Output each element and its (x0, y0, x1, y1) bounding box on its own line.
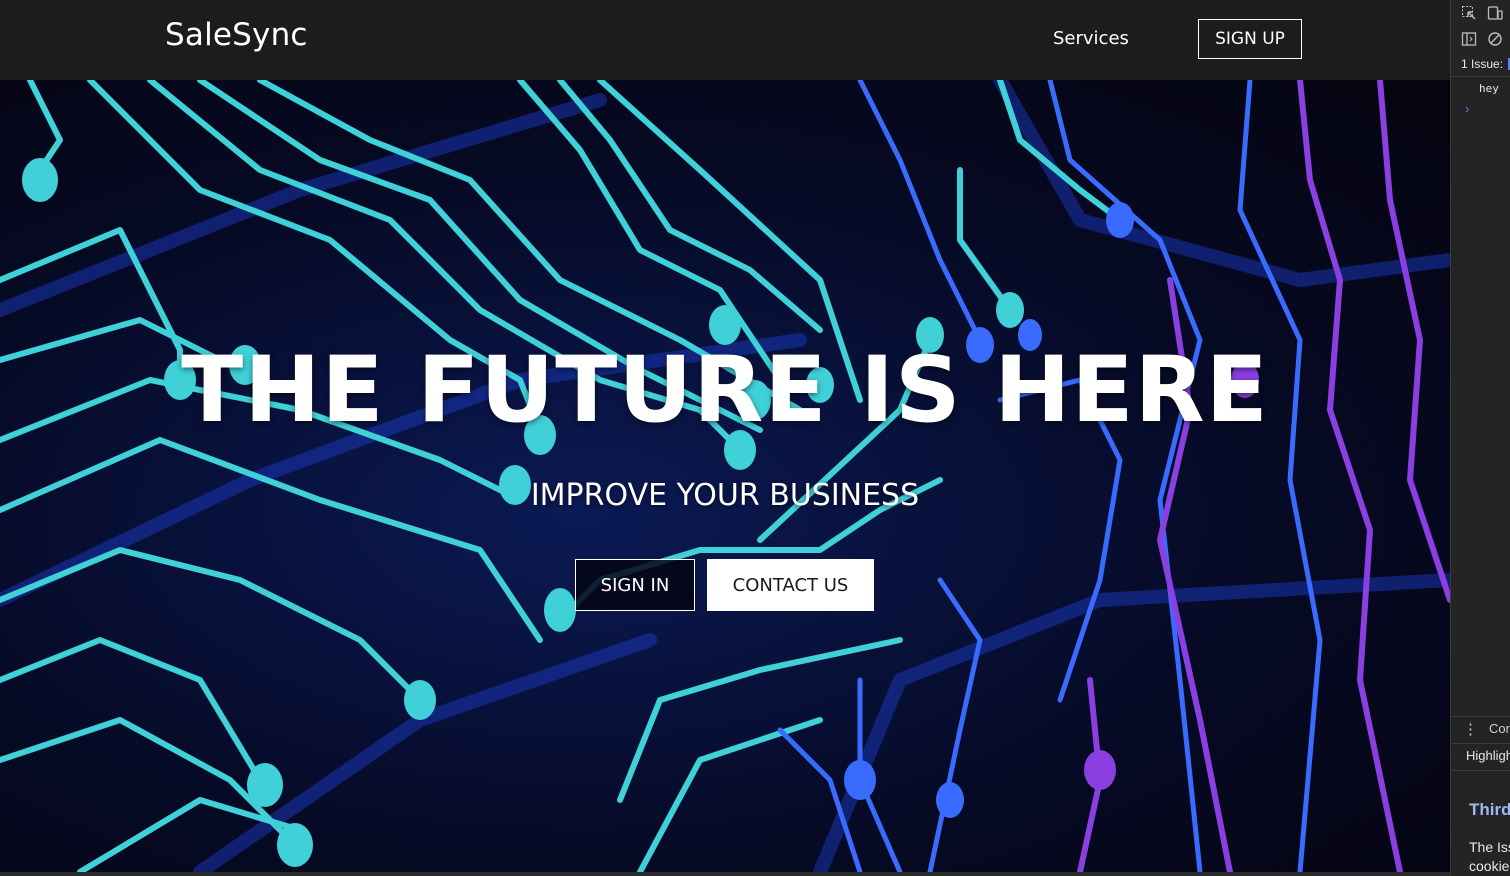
highlight-option[interactable]: Highligh (1466, 748, 1510, 763)
issue-description-line: cookie (1469, 858, 1510, 874)
console-log-entry: hey (1479, 82, 1499, 95)
divider (1451, 76, 1510, 77)
issues-count[interactable]: 1 Issue: (1461, 57, 1503, 71)
page-bottom-edge (0, 872, 1450, 876)
clear-console-icon[interactable] (1487, 31, 1503, 50)
issue-description-line: The Iss (1469, 839, 1510, 855)
divider (1451, 770, 1510, 771)
hero-section: THE FUTURE IS HERE IMPROVE YOUR BUSINESS… (0, 80, 1450, 872)
navbar: SaleSync Services SIGN UP (0, 0, 1450, 80)
signup-button[interactable]: SIGN UP (1198, 19, 1302, 59)
tab-console[interactable]: Con (1489, 721, 1510, 736)
divider (1451, 716, 1510, 717)
circuit-background-image (0, 80, 1450, 872)
kebab-menu-icon[interactable]: ⋮ (1463, 720, 1478, 738)
divider (1451, 743, 1510, 744)
console-prompt-chevron-icon[interactable]: › (1465, 101, 1469, 116)
device-toolbar-icon[interactable] (1487, 5, 1503, 24)
contact-us-button[interactable]: CONTACT US (707, 559, 874, 611)
brand-logo[interactable]: SaleSync (165, 17, 308, 53)
nav-link-services[interactable]: Services (1053, 28, 1129, 49)
hero-subtitle: IMPROVE YOUR BUSINESS (530, 478, 920, 513)
signin-button[interactable]: SIGN IN (575, 559, 695, 611)
hero-title: THE FUTURE IS HERE (181, 338, 1269, 443)
devtools-panel: 1 Issue: hey › ⋮ Con Highligh Third The … (1450, 0, 1510, 876)
page: SaleSync Services SIGN UP THE FUTURE IS … (0, 0, 1450, 876)
inspect-element-icon[interactable] (1461, 5, 1477, 24)
sidebar-toggle-icon[interactable] (1461, 31, 1477, 50)
issue-section-heading: Third (1469, 800, 1510, 819)
